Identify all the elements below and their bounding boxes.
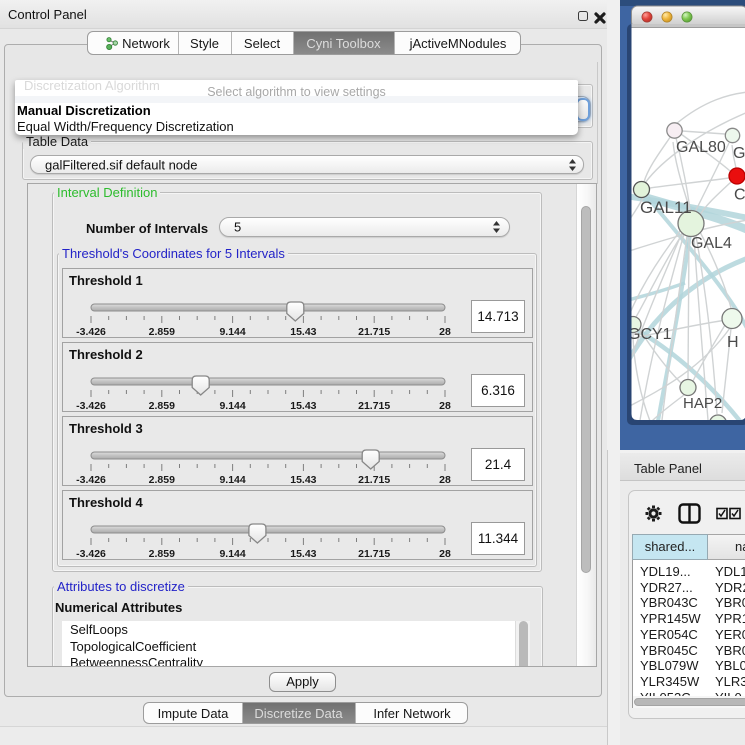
svg-text:GCY1: GCY1 <box>628 326 672 343</box>
svg-text:9.144: 9.144 <box>219 548 245 560</box>
svg-text:9.144: 9.144 <box>219 474 245 486</box>
svg-text:HAP2: HAP2 <box>683 395 722 412</box>
svg-text:15.43: 15.43 <box>290 474 316 486</box>
svg-text:9.144: 9.144 <box>219 326 245 338</box>
svg-text:28: 28 <box>439 548 451 560</box>
svg-text:21.715: 21.715 <box>358 326 390 338</box>
svg-text:GA: GA <box>733 145 745 162</box>
svg-text:H: H <box>727 334 739 351</box>
svg-text:28: 28 <box>439 400 451 412</box>
svg-text:21.715: 21.715 <box>358 400 390 412</box>
svg-text:15.43: 15.43 <box>290 548 316 560</box>
svg-text:2.859: 2.859 <box>149 474 175 486</box>
svg-text:GAL11: GAL11 <box>640 198 692 217</box>
svg-text:-3.426: -3.426 <box>76 400 106 412</box>
svg-text:-3.426: -3.426 <box>76 548 106 560</box>
svg-text:2.859: 2.859 <box>149 548 175 560</box>
svg-text:C: C <box>734 187 745 204</box>
svg-text:GAL4: GAL4 <box>691 235 732 252</box>
svg-text:15.43: 15.43 <box>290 400 316 412</box>
svg-text:28: 28 <box>439 326 451 338</box>
svg-text:-3.426: -3.426 <box>76 474 106 486</box>
svg-text:28: 28 <box>439 474 451 486</box>
svg-text:21.715: 21.715 <box>358 474 390 486</box>
svg-text:9.144: 9.144 <box>219 400 245 412</box>
svg-text:2.859: 2.859 <box>149 400 175 412</box>
svg-text:15.43: 15.43 <box>290 326 316 338</box>
svg-text:2.859: 2.859 <box>149 326 175 338</box>
svg-text:-3.426: -3.426 <box>76 326 106 338</box>
svg-text:GAL80: GAL80 <box>676 139 726 156</box>
svg-text:21.715: 21.715 <box>358 548 390 560</box>
